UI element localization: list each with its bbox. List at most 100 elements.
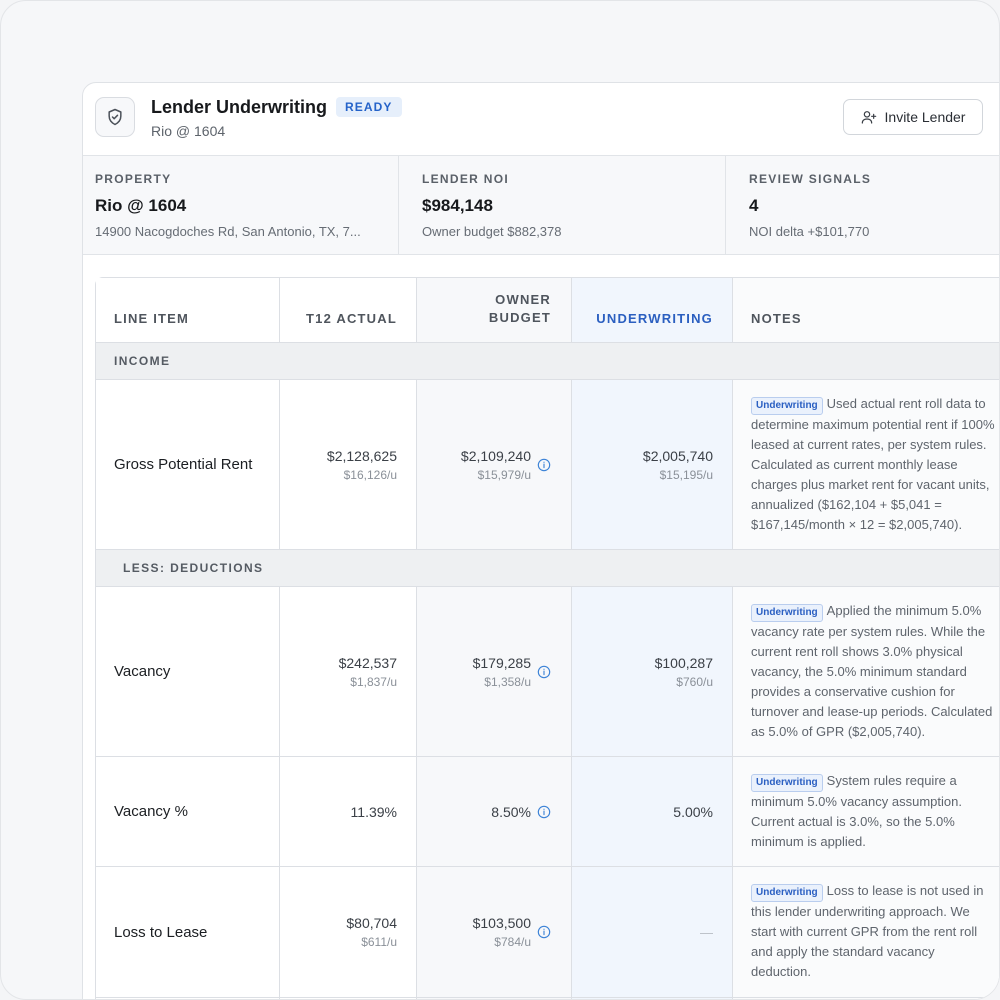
underwriting-per-unit: $760/u [676,674,713,689]
note-text: determine maximum potential rent if 100% [751,417,995,432]
t12-per-unit: $611/u [361,935,397,949]
summary-stats: PROPERTY Rio @ 1604 14900 Nacogdoches Rd… [83,155,999,255]
stat-sub: NOI delta +$101,770 [749,224,870,239]
underwriting-value: 5.00% [673,803,713,820]
note-text: charges plus market rent for vacant unit… [751,477,990,492]
info-icon[interactable] [537,805,551,819]
info-icon[interactable] [537,925,551,939]
note-text: start with current GPR from the rent rol… [751,924,978,939]
t12-cell: $80,704 $611/u [280,867,417,997]
t12-value: $242,537 [338,654,397,671]
underwriting-tag: Underwriting [751,884,823,902]
t12-value: $80,704 [346,915,397,931]
underwriting-cell: $100,287 $760/u [572,587,733,756]
page-subtitle: Rio @ 1604 [151,123,226,139]
note-text: minimum 5.0% vacancy assumption. [751,794,962,809]
underwriting-per-unit: $15,195/u [659,467,713,482]
underwriting-value: $2,005,740 [642,447,713,464]
note-text: turnover and lease-up periods. Calculate… [751,704,993,719]
stat-review-signals: REVIEW SIGNALS 4 NOI delta +$101,770 [725,156,999,254]
stat-value: Rio @ 1604 [95,196,187,215]
note-text: as 5.0% of GPR ($2,005,740). [751,724,926,739]
notes-cell: Underwriting System rules require a minim… [733,757,999,866]
t12-cell: $2,128,625 $16,126/u [280,380,417,549]
note-text: this lender underwriting approach. We [751,904,970,919]
line-item-label: Gross Potential Rent [96,380,280,549]
page-title: Lender Underwriting [151,97,328,117]
note-text: vacancy, the 5.0% minimum standard [751,664,967,679]
note-text: Current actual is 3.0%, so the 5.0% [751,814,955,829]
stat-value: $984,148 [422,196,493,215]
note-text: Calculated as current monthly lease [751,457,958,472]
table-row-vacancy-percent: Vacancy % 11.39% 8.50% 5.00% Underwritin… [96,757,999,867]
underwriting-cell: $2,005,740 $15,195/u [572,380,733,549]
column-header-t12-actual: T12 ACTUAL [280,278,417,342]
underwriting-cell: 5.00% [572,757,733,866]
info-icon[interactable] [537,665,551,679]
underwriting-tag: Underwriting [751,604,823,622]
owner-budget-value: $2,109,240 [460,447,531,464]
table-row-gross-potential-rent: Gross Potential Rent $2,128,625 $16,126/… [96,380,999,550]
line-item-label: Loss to Lease [96,867,280,997]
column-header-line-item: LINE ITEM [96,278,280,342]
note-text: Used actual rent roll data to [826,396,986,411]
t12-per-unit: $1,837/u [350,674,397,689]
t12-cell: 11.39% [280,757,417,866]
underwriting-cell: — [572,867,733,997]
shield-check-icon [95,97,135,137]
line-item-label: Vacancy [96,587,280,756]
info-icon[interactable] [537,458,551,472]
section-income: INCOME [96,343,999,380]
owner-budget-per-unit: $1,358/u [484,674,531,689]
t12-per-unit: $16,126/u [343,467,397,482]
notes-cell: Underwriting Loss to lease is not used in… [733,867,999,997]
table-row-loss-to-lease: Loss to Lease $80,704 $611/u $103,500 $7… [96,867,999,998]
underwriting-value: $100,287 [654,654,713,671]
note-text: current rent roll shows 3.0% physical [751,644,963,659]
note-text: leased at current rates, per system rule… [751,437,987,452]
note-text: vacancy rate per system rules. While the [751,624,986,639]
note-text: provides a conservative cushion for [751,684,955,699]
owner-budget-per-unit: $784/u [494,935,531,949]
stat-label: REVIEW SIGNALS [749,172,872,186]
underwriting-tag: Underwriting [751,397,823,415]
owner-budget-cell: $179,285 $1,358/u [417,587,572,756]
column-header-owner-line1: OWNER [495,292,551,307]
owner-budget-per-unit: $15,979/u [477,467,531,482]
underwriting-card: Lender Underwriting READY Rio @ 1604 Inv… [82,82,999,999]
invite-lender-button[interactable]: Invite Lender [843,99,983,135]
note-text: deduction. [751,964,811,979]
note-text: $167,145/month × 12 = $2,005,740). [751,517,963,532]
underwriting-table: LINE ITEM T12 ACTUAL OWNER BUDGET UNDERWR… [95,277,999,999]
column-header-notes: NOTES [733,278,999,342]
stat-label: PROPERTY [95,172,172,186]
stat-value: 4 [749,196,759,215]
underwriting-value: — [700,924,713,940]
owner-budget-value: 8.50% [491,803,531,820]
column-header-owner-line2: BUDGET [488,310,551,325]
column-header-owner-budget: OWNER BUDGET [417,278,572,342]
owner-budget-value: $179,285 [472,654,531,671]
screenshot-frame: Lender Underwriting READY Rio @ 1604 Inv… [0,0,1000,1000]
user-plus-icon [861,109,877,125]
stat-label: LENDER NOI [422,172,510,186]
card-header: Lender Underwriting READY Rio @ 1604 Inv… [83,83,999,155]
stat-property: PROPERTY Rio @ 1604 14900 Nacogdoches Rd… [83,156,398,254]
owner-budget-cell: $2,109,240 $15,979/u [417,380,572,549]
line-item-label: Vacancy % [96,757,280,866]
stat-lender-noi: LENDER NOI $984,148 Owner budget $882,37… [398,156,725,254]
owner-budget-cell: 8.50% [417,757,572,866]
table-header-row: LINE ITEM T12 ACTUAL OWNER BUDGET UNDERWR… [96,278,999,343]
stat-sub: Owner budget $882,378 [422,224,562,239]
stat-sub: 14900 Nacogdoches Rd, San Antonio, TX, 7… [95,224,361,239]
note-text: Applied the minimum 5.0% [826,603,982,618]
t12-value: 11.39% [350,803,397,820]
note-text: minimum is applied. [751,834,866,849]
status-badge: READY [336,97,402,117]
table-row-vacancy: Vacancy $242,537 $1,837/u $179,285 $1,35… [96,587,999,757]
owner-budget-value: $103,500 [472,915,531,931]
t12-value: $2,128,625 [326,447,397,464]
owner-budget-cell: $103,500 $784/u [417,867,572,997]
note-text: and apply the standard vacancy [751,944,935,959]
note-text: Loss to lease is not used in [826,883,984,898]
